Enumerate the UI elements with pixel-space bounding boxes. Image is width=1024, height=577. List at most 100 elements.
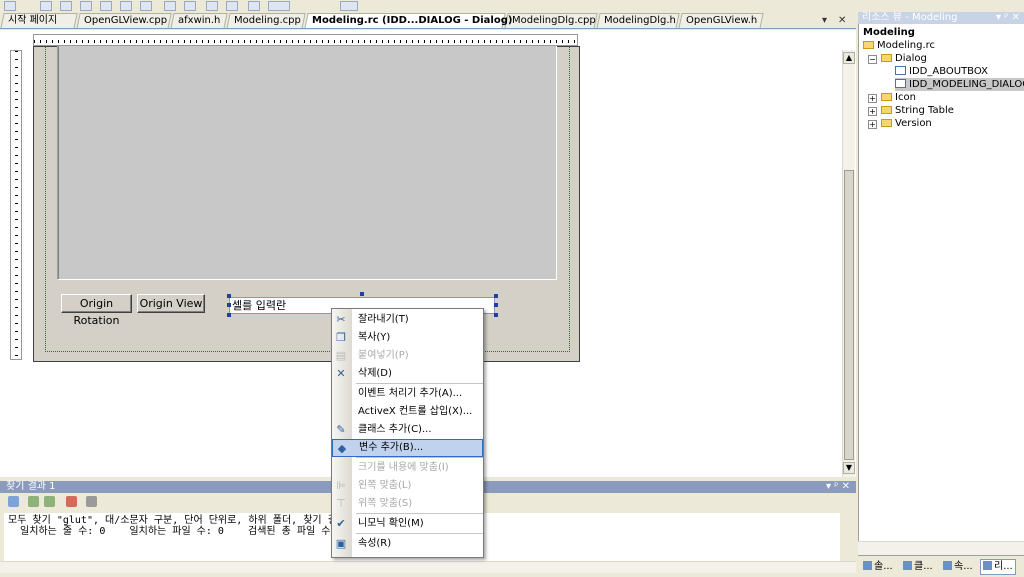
expand-icon[interactable]: + [868,107,877,116]
menu-item-label: 니모닉 확인(M) [358,518,424,529]
center-horizontal-icon[interactable] [140,1,152,11]
tab-modeling-rc[interactable]: Modeling.rc (IDD...DIALOG - Dialog) [304,13,512,28]
tab-openglview-cpp[interactable]: OpenGLView.cpp [76,13,172,28]
menu-separator [356,457,483,458]
clear-all-icon[interactable] [66,496,77,507]
tree-item-dialog[interactable]: Dialog [881,52,927,65]
tree-item-modeling-rc[interactable]: Modeling.rc [863,39,935,52]
collapse-icon[interactable]: − [868,55,877,64]
align-right-icon[interactable] [40,1,52,11]
menu-item[interactable]: ✂ 잘라내기(T) [332,311,483,329]
menu-item-label: 크기를 내용에 맞춤(I) [358,462,449,473]
solution-icon [863,561,872,570]
editor-vertical-scrollbar[interactable]: ▲ ▼ [842,50,855,477]
folder-icon [881,119,892,127]
panel-controls[interactable]: ▾ ᵖ ✕ [826,481,850,493]
tree-item-modeling[interactable]: Modeling [863,26,915,39]
resource-tree: Modeling Modeling.rc − Dialog IDD_ABOUTB… [858,24,1024,541]
space-down-icon[interactable] [184,1,196,11]
make-same-height-icon[interactable] [226,1,238,11]
tab-class-view[interactable]: 클... [900,559,936,575]
test-dialog-icon[interactable] [268,1,290,11]
resize-handle[interactable] [227,313,231,317]
align-top-icon: ⊤ [336,497,346,510]
close-document-icon[interactable]: ✕ [838,15,846,26]
menu-item[interactable]: ✔ 니모닉 확인(M) [332,515,483,533]
resize-handle[interactable] [360,292,364,296]
center-vertical-icon[interactable] [120,1,132,11]
menu-item[interactable]: ◆ 변수 추가(B)... [332,439,483,457]
align-center-icon[interactable] [60,1,72,11]
menu-item: 크기를 내용에 맞춤(I) [332,459,483,477]
toggle-grid-icon[interactable] [248,1,260,11]
menu-item-label: 이벤트 처리기 추가(A)... [358,388,463,399]
tab-list-dropdown-icon[interactable]: ▾ [822,15,827,26]
copy-icon: ❐ [336,331,346,344]
find-icon[interactable] [86,496,97,507]
origin-rotation-button[interactable]: Origin Rotation [61,294,132,327]
horizontal-ruler [33,34,578,46]
dialog-resource-icon [895,66,906,75]
tab-afxwin-h[interactable]: afxwin.h [170,13,228,28]
menu-item[interactable]: ✎ 클래스 추가(C)... [332,421,483,439]
tree-item-version[interactable]: Version [881,117,932,130]
context-menu: ✂ 잘라내기(T) ❐ 복사(Y) ▤ 붙여넣기(P) ✕ 삭제(D) 이벤트 처리기 추가(A… [331,308,484,558]
tab-start-page[interactable]: 시작 페이지 [0,13,78,28]
menu-item[interactable]: ActiveX 컨트롤 삽입(X)... [332,403,483,421]
picture-control[interactable] [57,46,557,280]
scroll-thumb[interactable] [844,170,854,460]
resize-handle[interactable] [494,294,498,298]
align-left-icon[interactable] [4,1,16,11]
scissors-icon: ✂ [336,313,346,326]
expand-icon[interactable]: + [868,120,877,129]
menu-separator [356,383,483,384]
menu-item-label: ActiveX 컨트롤 삽입(X)... [358,406,473,417]
folder-icon [863,41,874,49]
align-left-icon: ⊫ [336,479,346,492]
tab-modelingdlg-cpp[interactable]: ModelingDlg.cpp [504,13,598,28]
menu-item[interactable]: ❐ 복사(Y) [332,329,483,347]
resource-view-scrollbar[interactable] [858,541,1024,555]
resize-handle[interactable] [227,303,231,307]
go-to-location-icon[interactable] [8,496,19,507]
resize-handle[interactable] [227,294,231,298]
resize-handle[interactable] [494,303,498,307]
tab-openglview-h[interactable]: OpenGLView.h [678,13,764,28]
tree-item-idd-modeling-dialog[interactable]: IDD_MODELING_DIALOG [895,78,1024,91]
add-class-icon: ✎ [336,423,346,436]
tree-item-string-table[interactable]: String Table [881,104,954,117]
align-top-icon[interactable] [80,1,92,11]
class-icon [903,561,912,570]
menu-item-label: 복사(Y) [358,332,391,343]
origin-view-button[interactable]: Origin View [137,294,205,313]
guides-icon[interactable] [340,1,358,11]
panel-controls[interactable]: ▾ ᵖ ✕ [996,12,1020,24]
tab-properties[interactable]: 속... [940,559,976,575]
align-bottom-icon[interactable] [100,1,112,11]
tab-modeling-cpp[interactable]: Modeling.cpp [226,13,306,28]
menu-item[interactable]: ✕ 삭제(D) [332,365,483,383]
tab-modelingdlg-h[interactable]: ModelingDlg.h [596,13,680,28]
menu-item[interactable]: 이벤트 처리기 추가(A)... [332,385,483,403]
vertical-ruler [10,50,22,360]
resize-handle[interactable] [494,313,498,317]
expand-icon[interactable]: + [868,94,877,103]
scroll-down-icon[interactable]: ▼ [843,462,855,474]
tab-solution-explorer[interactable]: 솔... [860,559,896,575]
check-mnemonic-icon: ✔ [336,517,346,530]
scroll-up-icon[interactable]: ▲ [843,52,855,64]
output-horizontal-scrollbar[interactable] [0,561,856,573]
space-across-icon[interactable] [164,1,176,11]
main-toolbar [0,0,1024,12]
folder-icon [881,106,892,114]
next-result-icon[interactable] [44,496,55,507]
tab-resource-view[interactable]: 리... [980,559,1016,575]
menu-item[interactable]: ▣ 속성(R) [332,535,483,553]
menu-item-label: 위쪽 맞춤(S) [358,498,413,509]
tree-item-idd-aboutbox[interactable]: IDD_ABOUTBOX [895,65,988,78]
tree-item-icon[interactable]: Icon [881,91,916,104]
menu-item-label: 속성(R) [358,538,392,549]
make-same-width-icon[interactable] [206,1,218,11]
previous-result-icon[interactable] [28,496,39,507]
menu-item-label: 잘라내기(T) [358,314,409,325]
